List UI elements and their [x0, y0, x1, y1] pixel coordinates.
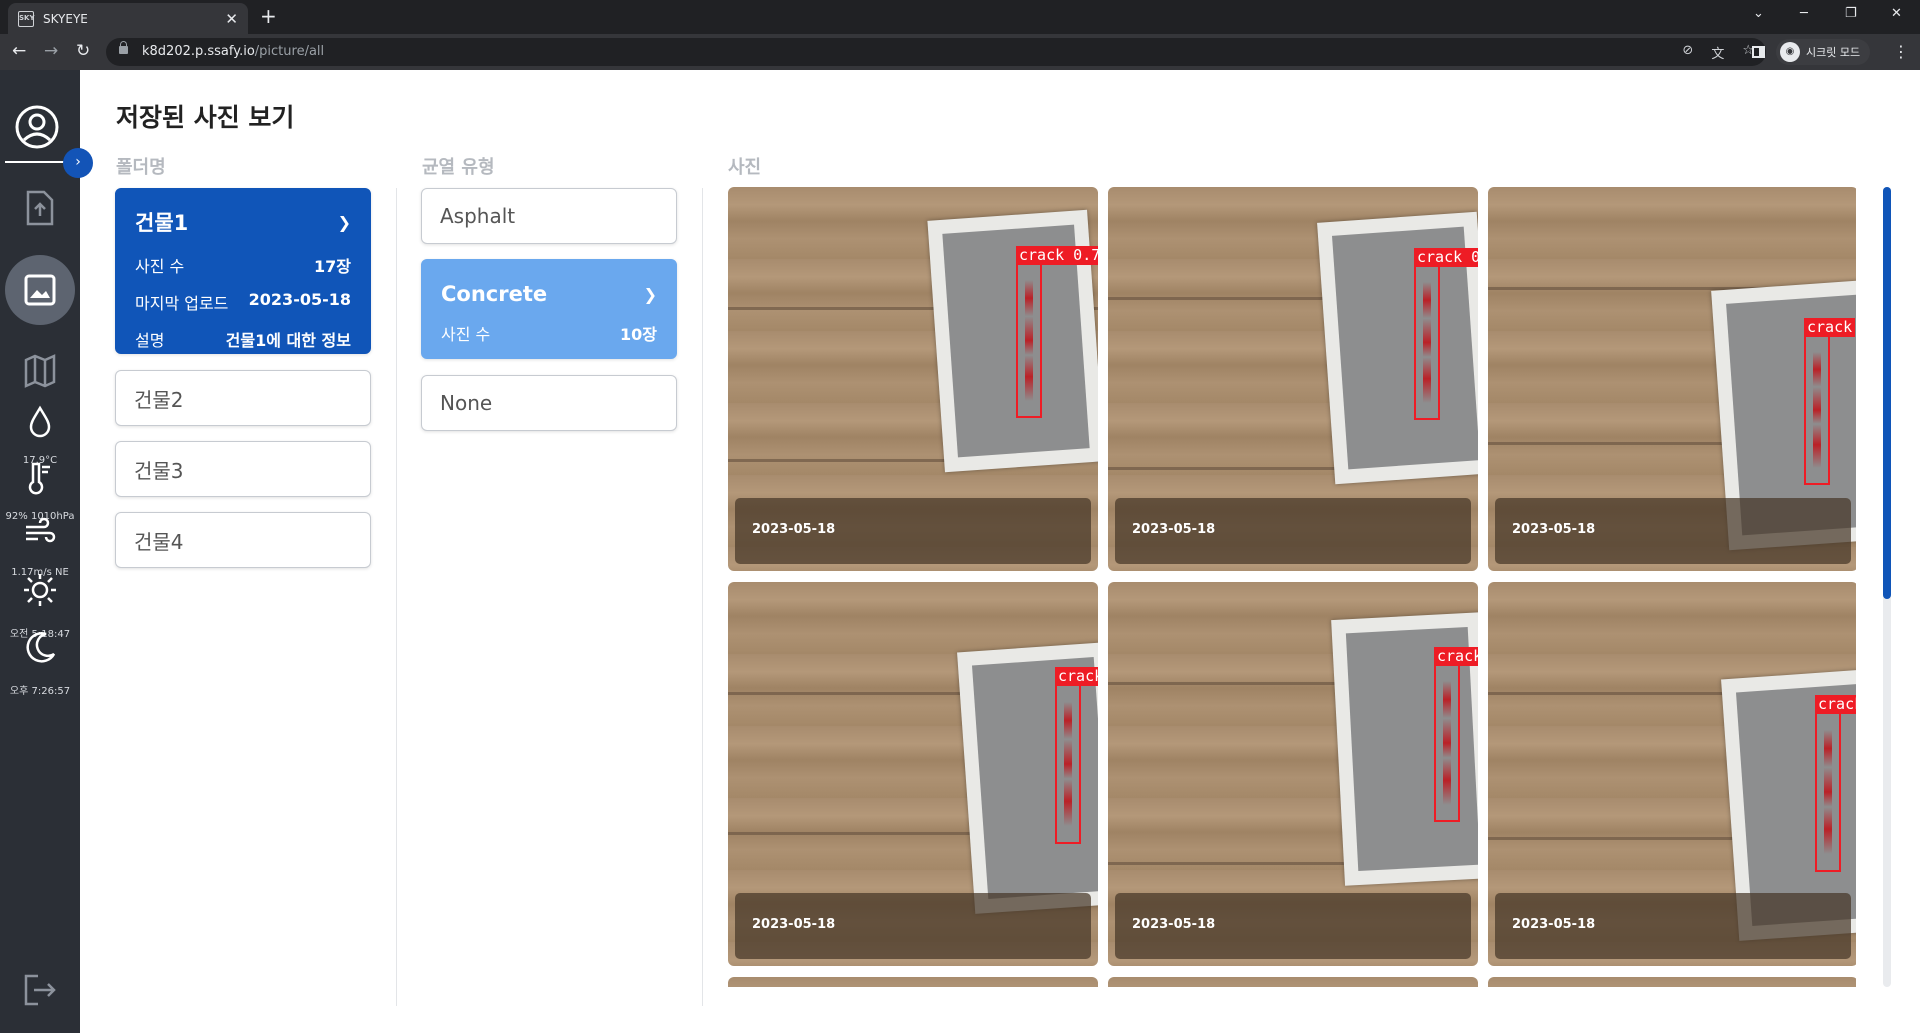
- sidebar-expand-button[interactable]: ›: [63, 148, 93, 178]
- tab-search-icon[interactable]: ⌄: [1753, 6, 1764, 21]
- photo-card-partial[interactable]: [728, 977, 1098, 987]
- crack-bounding-box: [1815, 712, 1841, 872]
- browser-toolbar: ← → ↻ k8d202.p.ssafy.io/picture/all ⊘ 文 …: [0, 34, 1920, 70]
- moon-icon: [26, 632, 56, 663]
- column-divider: [396, 188, 397, 1006]
- translate-icon[interactable]: 文: [1711, 43, 1724, 62]
- crack-type-card[interactable]: None: [421, 375, 677, 431]
- page-title: 저장된 사진 보기: [116, 103, 295, 132]
- photo-count-label: 사진 수: [135, 257, 185, 276]
- photo-count-value: 10장: [620, 325, 657, 344]
- thermometer-icon: [28, 462, 50, 495]
- browser-menu-icon[interactable]: ⋮: [1893, 42, 1909, 61]
- new-tab-button[interactable]: +: [260, 4, 277, 28]
- profile-icon[interactable]: [14, 104, 60, 150]
- incognito-label: 시크릿 모드: [1806, 46, 1861, 59]
- restore-icon[interactable]: ❐: [1845, 6, 1857, 21]
- humidity-drop-icon: [29, 405, 51, 438]
- incognito-badge[interactable]: ◉ 시크릿 모드: [1776, 39, 1871, 65]
- upload-file-icon[interactable]: [20, 188, 60, 228]
- photo-card[interactable]: crack 0.7 2023-05-18: [728, 187, 1098, 571]
- photo-scrollbar[interactable]: [1883, 187, 1891, 987]
- detection-label: crack: [1434, 647, 1478, 666]
- photo-count-value: 17장: [314, 257, 351, 276]
- tab-close-icon[interactable]: ✕: [225, 10, 238, 28]
- detection-label: crack: [1055, 667, 1098, 686]
- side-panel-icon[interactable]: [1752, 46, 1765, 58]
- chevron-right-icon: ❯: [337, 212, 351, 232]
- app-sidebar: › 17.9°C 92% 1010hPa 1.17m/s NE 오전 5:18:…: [0, 70, 93, 1033]
- photo-date: 2023-05-18: [1495, 498, 1851, 564]
- wind-icon: [26, 517, 56, 543]
- sunset-text: 오후 7:26:57: [9, 686, 71, 697]
- detection-label: crack: [1815, 695, 1856, 714]
- photo-date: 2023-05-18: [735, 498, 1091, 564]
- lock-icon: [119, 41, 128, 54]
- tab-favicon-icon: SKY: [18, 10, 35, 27]
- folder-name: 건물1: [135, 211, 189, 235]
- sidebar-divider: [5, 161, 65, 163]
- address-bar[interactable]: k8d202.p.ssafy.io/picture/all ⊘ 文 ☆: [106, 38, 1766, 66]
- sunrise-icon: [24, 574, 56, 606]
- window-close-icon[interactable]: ✕: [1891, 6, 1902, 21]
- photo-card[interactable]: crack 0 2023-05-18: [1108, 187, 1478, 571]
- browser-tabstrip: SKY SKYEYE ✕ + ⌄ ─ ❐ ✕: [0, 0, 1920, 34]
- chevron-right-icon: ❯: [643, 284, 657, 304]
- photo-card[interactable]: crack 2023-05-18: [1108, 582, 1478, 966]
- folder-card-selected[interactable]: 건물1 ❯ 사진 수 17장 마지막 업로드 2023-05-18 설명 건물1…: [115, 188, 371, 354]
- photo-scrollbar-thumb[interactable]: [1883, 187, 1891, 599]
- folder-card[interactable]: 건물2: [115, 370, 371, 426]
- photo-card[interactable]: crack 2023-05-18: [1488, 187, 1856, 571]
- main-content: 저장된 사진 보기 폴더명 건물1 ❯ 사진 수 17장 마지막 업로드 202…: [80, 70, 1920, 1033]
- map-icon[interactable]: [20, 350, 60, 390]
- crack-type-card[interactable]: Asphalt: [421, 188, 677, 244]
- folder-column-label: 폴더명: [116, 157, 166, 178]
- url-text: k8d202.p.ssafy.io/picture/all: [142, 44, 325, 59]
- crack-bounding-box: [1414, 265, 1440, 420]
- description-label: 설명: [135, 331, 165, 350]
- photo-date: 2023-05-18: [735, 893, 1091, 959]
- photo-card[interactable]: crack 2023-05-18: [728, 582, 1098, 966]
- folder-card[interactable]: 건물3: [115, 441, 371, 497]
- photo-date: 2023-05-18: [1115, 498, 1471, 564]
- photo-count-label: 사진 수: [441, 325, 491, 344]
- folder-card[interactable]: 건물4: [115, 512, 371, 568]
- detection-label: crack: [1804, 318, 1856, 337]
- photo-card-partial[interactable]: [1488, 977, 1856, 987]
- detection-label: crack 0.7: [1016, 246, 1098, 265]
- photo-date: 2023-05-18: [1115, 893, 1471, 959]
- description-value: 건물1에 대한 정보: [225, 331, 351, 350]
- blocked-icon[interactable]: ⊘: [1682, 43, 1693, 62]
- photo-card[interactable]: crack 2023-05-18: [1488, 582, 1856, 966]
- back-icon[interactable]: ←: [12, 41, 26, 61]
- incognito-icon: ◉: [1780, 42, 1800, 62]
- crack-bounding-box: [1434, 664, 1460, 822]
- photo-card-partial[interactable]: [1108, 977, 1478, 987]
- photo-grid: crack 0.7 2023-05-18 crack 0 2023-05-18 …: [728, 187, 1856, 987]
- crack-type-name: Concrete: [441, 282, 548, 306]
- last-upload-label: 마지막 업로드: [135, 294, 229, 313]
- crack-bounding-box: [1804, 335, 1830, 485]
- crack-bounding-box: [1016, 263, 1042, 418]
- column-divider: [702, 188, 703, 1006]
- crack-type-column-label: 균열 유형: [422, 157, 495, 178]
- crack-bounding-box: [1055, 684, 1081, 844]
- tab-title: SKYEYE: [43, 11, 88, 26]
- minimize-icon[interactable]: ─: [1800, 6, 1808, 21]
- detection-label: crack 0: [1414, 248, 1478, 267]
- photos-column-label: 사진: [728, 157, 762, 178]
- gallery-icon[interactable]: [20, 270, 60, 310]
- photo-date: 2023-05-18: [1495, 893, 1851, 959]
- browser-tab[interactable]: SKY SKYEYE ✕: [8, 3, 248, 34]
- crack-type-card-selected[interactable]: Concrete ❯ 사진 수 10장: [421, 259, 677, 359]
- reload-icon[interactable]: ↻: [76, 41, 90, 61]
- forward-icon[interactable]: →: [44, 41, 58, 61]
- last-upload-value: 2023-05-18: [248, 290, 351, 309]
- logout-icon[interactable]: [20, 970, 60, 1010]
